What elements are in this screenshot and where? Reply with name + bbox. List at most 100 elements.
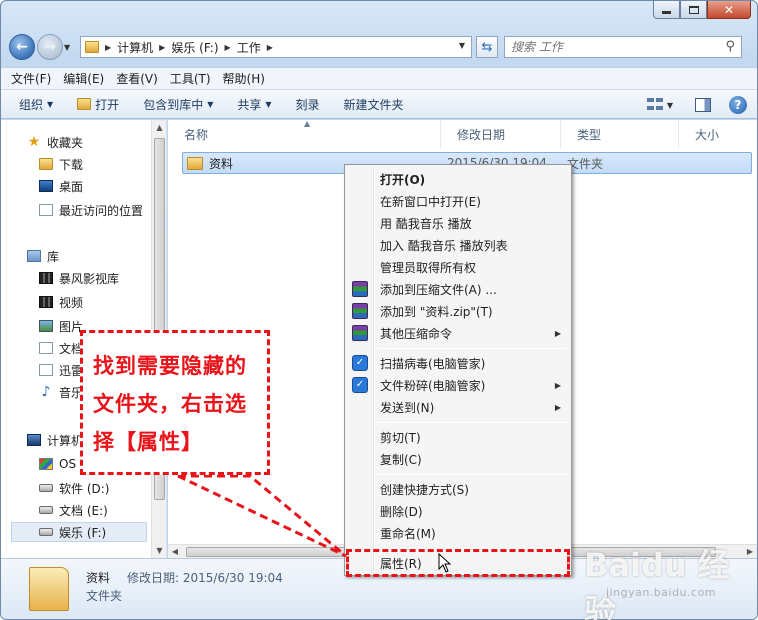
close-button[interactable]: ✕ [707, 1, 751, 19]
organize-button[interactable]: 组织 ▼ [19, 96, 53, 113]
nav-drive-d[interactable]: 软件 (D:) [39, 478, 109, 498]
ctx-shred-label: 文件粉碎(电脑管家) [380, 378, 486, 393]
search-icon[interactable]: ⚲ [725, 39, 735, 54]
ctx-shred[interactable]: ✓ 文件粉碎(电脑管家) ▶ [347, 374, 569, 396]
annotation-callout: 找到需要隐藏的 文件夹，右击选 择【属性】 [80, 330, 270, 475]
organize-label: 组织 [19, 97, 44, 112]
submenu-arrow-icon: ▶ [554, 380, 561, 390]
nav-baofeng[interactable]: 暴风影视库 [39, 268, 119, 288]
new-folder-button[interactable]: 新建文件夹 [344, 96, 404, 113]
menu-edit[interactable]: 编辑(E) [63, 70, 104, 87]
minimize-button[interactable] [653, 1, 680, 19]
nav-downloads[interactable]: 下载 [39, 154, 83, 174]
breadcrumb-separator-icon[interactable]: ▶ [159, 43, 165, 52]
sort-ascending-icon: ▲ [304, 119, 311, 128]
breadcrumb-separator-icon[interactable]: ▶ [267, 43, 273, 52]
help-icon[interactable]: ? [729, 96, 747, 114]
nav-desktop[interactable]: 桌面 [39, 176, 83, 196]
shield-icon: ✓ [352, 355, 368, 371]
nav-xunlei[interactable]: 迅雷 [39, 360, 83, 380]
menu-separator [377, 348, 567, 349]
menu-file[interactable]: 文件(F) [11, 70, 51, 87]
ctx-send-to[interactable]: 发送到(N) ▶ [347, 396, 569, 418]
ctx-rename[interactable]: 重命名(M) [347, 522, 569, 544]
open-folder-icon [77, 98, 92, 110]
close-icon: ✕ [723, 2, 735, 17]
breadcrumb-computer[interactable]: 计算机 [117, 39, 153, 56]
ctx-open-new-window[interactable]: 在新窗口中打开(E) [347, 190, 569, 212]
details-type: 文件夹 [86, 589, 123, 603]
mouse-cursor-icon [438, 553, 452, 573]
nav-os-drive[interactable]: OS [39, 454, 76, 474]
forward-button[interactable]: → [37, 34, 63, 60]
menu-help[interactable]: 帮助(H) [223, 70, 265, 87]
view-icon[interactable] [646, 98, 663, 112]
breadcrumb-separator-icon[interactable]: ▶ [225, 43, 231, 52]
menu-tools[interactable]: 工具(T) [170, 70, 211, 87]
burn-button[interactable]: 刻录 [296, 96, 320, 113]
preview-pane-icon[interactable] [695, 98, 711, 112]
include-in-library-button[interactable]: 包含到库中 ▼ [143, 96, 213, 113]
nav-computer[interactable]: 计算机 [27, 430, 83, 450]
nav-libraries[interactable]: 库 [27, 246, 59, 266]
breadcrumb-work[interactable]: 工作 [237, 39, 261, 56]
address-dropdown-icon[interactable]: ▼ [459, 41, 465, 50]
back-arrow-icon: ← [16, 39, 28, 55]
open-button[interactable]: 打开 [77, 96, 119, 113]
nav-os-label: OS [59, 457, 77, 471]
nav-drive-e[interactable]: 文档 (E:) [39, 500, 108, 520]
command-bar: 组织 ▼ 打开 包含到库中 ▼ 共享 ▼ 刻录 新建文件夹 ▼ ? [1, 89, 757, 119]
scroll-down-icon[interactable]: ▼ [152, 543, 167, 558]
annotation-text: 找到需要隐藏的 文件夹，右击选 择【属性】 [93, 354, 247, 454]
nav-videos[interactable]: 视频 [39, 292, 83, 312]
nav-favorites[interactable]: ★ 收藏夹 [27, 132, 83, 152]
ctx-create-shortcut[interactable]: 创建快捷方式(S) [347, 478, 569, 500]
address-bar[interactable]: ▶ 计算机 ▶ 娱乐 (F:) ▶ 工作 ▶ ▼ [80, 36, 472, 58]
menu-view[interactable]: 查看(V) [116, 70, 158, 87]
folder-icon [85, 41, 99, 53]
ctx-delete[interactable]: 删除(D) [347, 500, 569, 522]
library-icon [27, 250, 41, 262]
nav-documents[interactable]: 文档 [39, 338, 83, 358]
ctx-other-compress[interactable]: 其他压缩命令 ▶ [347, 322, 569, 344]
refresh-button[interactable]: ⇆ [476, 36, 498, 58]
watermark-url: jingyan.baidu.com [606, 586, 717, 599]
ctx-copy[interactable]: 复制(C) [347, 448, 569, 470]
ctx-scan-virus[interactable]: ✓ 扫描病毒(电脑管家) [347, 352, 569, 374]
nav-drive-f[interactable]: 娱乐 (F:) [11, 522, 147, 542]
forward-arrow-icon: → [44, 39, 56, 55]
scroll-up-icon[interactable]: ▲ [152, 120, 167, 135]
column-header-date[interactable]: 修改日期 [440, 120, 560, 148]
breadcrumb-separator-icon[interactable]: ▶ [105, 43, 111, 52]
search-box[interactable]: ⚲ [504, 36, 742, 58]
chevron-down-icon: ▼ [265, 99, 272, 109]
column-header-type[interactable]: 类型 [560, 120, 678, 148]
breadcrumb-drive-f[interactable]: 娱乐 (F:) [171, 39, 218, 56]
column-header-size[interactable]: 大小 [678, 120, 757, 148]
share-button[interactable]: 共享 ▼ [237, 96, 271, 113]
view-dropdown-icon[interactable]: ▼ [667, 101, 673, 110]
open-label: 打开 [95, 97, 120, 112]
videos-icon [39, 296, 53, 308]
back-button[interactable]: ← [9, 34, 35, 60]
maximize-button[interactable] [680, 1, 707, 19]
nav-drive-e-label: 文档 (E:) [59, 503, 108, 518]
submenu-arrow-icon: ▶ [554, 402, 561, 412]
details-name: 资料 [86, 571, 111, 585]
include-in-library-label: 包含到库中 [143, 97, 204, 112]
nav-drive-f-label: 娱乐 (F:) [59, 525, 107, 540]
ctx-add-kuwo-list[interactable]: 加入 酷我音乐 播放列表 [347, 234, 569, 256]
ctx-admin-ownership[interactable]: 管理员取得所有权 [347, 256, 569, 278]
recent-pages-dropdown[interactable]: ▼ [64, 43, 76, 52]
ctx-play-kuwo[interactable]: 用 酷我音乐 播放 [347, 212, 569, 234]
search-input[interactable] [511, 40, 711, 54]
nav-music[interactable]: ♪ 音乐 [39, 382, 83, 402]
ctx-add-to-archive[interactable]: 添加到压缩文件(A) ... [347, 278, 569, 300]
nav-recent[interactable]: 最近访问的位置 [39, 200, 143, 220]
nav-pictures[interactable]: 图片 [39, 316, 83, 336]
drive-icon [39, 484, 53, 492]
scroll-left-icon[interactable]: ◀ [168, 545, 182, 559]
ctx-open[interactable]: 打开(O) [347, 168, 569, 190]
ctx-add-to-zip[interactable]: 添加到 "资料.zip"(T) [347, 300, 569, 322]
ctx-cut[interactable]: 剪切(T) [347, 426, 569, 448]
